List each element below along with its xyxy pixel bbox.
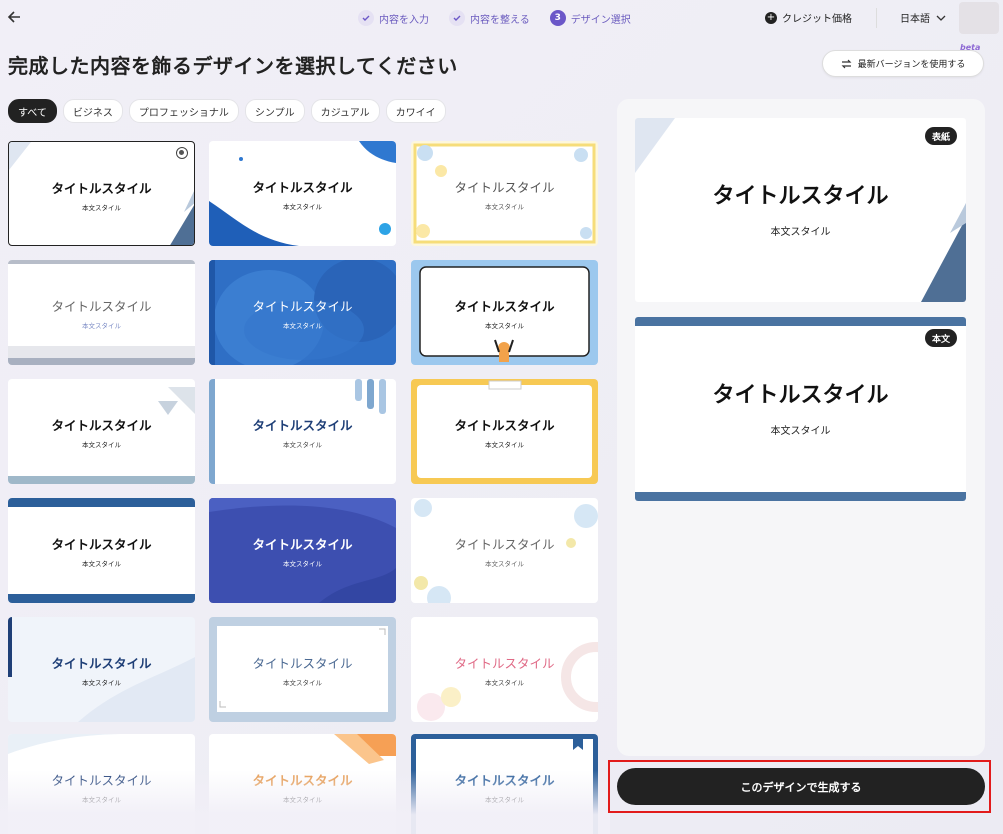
header-divider — [876, 8, 877, 28]
card-title: タイトルスタイル — [51, 537, 152, 552]
filter-all[interactable]: すべて — [8, 99, 57, 123]
card-body: 本文スタイル — [485, 796, 524, 804]
body-preview: 本文 タイトルスタイル 本文スタイル — [635, 317, 966, 501]
card-title: タイトルスタイル — [454, 537, 555, 552]
card-body: 本文スタイル — [485, 679, 524, 687]
preview-body: 本文スタイル — [770, 227, 831, 238]
cover-tag: 表紙 — [924, 127, 957, 145]
design-card[interactable]: タイトルスタイル 本文スタイル — [209, 498, 396, 603]
preview-decoration — [635, 118, 966, 302]
design-card[interactable]: タイトルスタイル 本文スタイル — [8, 141, 195, 246]
card-title: タイトルスタイル — [454, 299, 555, 314]
filter-kawaii[interactable]: カワイイ — [385, 99, 446, 123]
new-version-button[interactable]: 最新バージョンを使用する — [822, 50, 984, 77]
card-body: 本文スタイル — [485, 441, 524, 449]
design-card[interactable]: タイトルスタイル 本文スタイル — [209, 379, 396, 484]
card-title: タイトルスタイル — [51, 181, 152, 196]
check-icon — [358, 10, 374, 26]
design-card[interactable]: タイトルスタイル 本文スタイル — [411, 498, 598, 603]
card-title: タイトルスタイル — [454, 656, 555, 671]
generate-button[interactable]: このデザインで生成する — [617, 768, 985, 805]
card-body: 本文スタイル — [82, 679, 121, 687]
card-title: タイトルスタイル — [252, 418, 353, 433]
filter-simple[interactable]: シンプル — [244, 99, 305, 123]
card-title: タイトルスタイル — [252, 537, 353, 552]
filter-casual[interactable]: カジュアル — [310, 99, 380, 123]
card-body: 本文スタイル — [82, 560, 121, 568]
card-body: 本文スタイル — [283, 322, 322, 330]
card-body: 本文スタイル — [82, 204, 121, 212]
design-card[interactable]: タイトルスタイル 本文スタイル — [411, 734, 598, 834]
design-card[interactable]: タイトルスタイル 本文スタイル — [8, 379, 195, 484]
preview-body: 本文スタイル — [770, 426, 831, 437]
design-card[interactable]: タイトルスタイル 本文スタイル — [8, 498, 195, 603]
language-label: 日本語 — [900, 14, 930, 25]
credit-label: クレジット価格 — [782, 14, 852, 25]
step-number: 3 — [549, 10, 566, 26]
design-card[interactable]: タイトルスタイル 本文スタイル — [8, 260, 195, 365]
body-tag: 本文 — [924, 329, 957, 347]
design-card[interactable]: タイトルスタイル 本文スタイル — [209, 734, 396, 834]
selected-radio[interactable] — [176, 147, 188, 159]
card-body: 本文スタイル — [82, 322, 121, 330]
card-body: 本文スタイル — [485, 203, 524, 211]
design-card[interactable]: タイトルスタイル 本文スタイル — [411, 617, 598, 722]
card-body: 本文スタイル — [283, 203, 322, 211]
preview-panel: 表紙 タイトルスタイル 本文スタイル 本文 タイトルスタイル 本文スタイル — [617, 99, 985, 756]
credit-price-link[interactable]: + クレジット価格 — [765, 10, 852, 25]
design-card[interactable]: タイトルスタイル 本文スタイル — [8, 734, 195, 834]
swap-icon — [841, 59, 852, 68]
step-1[interactable]: 内容を入力 — [358, 9, 429, 27]
step-label: 内容を入力 — [379, 14, 429, 26]
avatar[interactable] — [959, 2, 999, 34]
filter-chips: すべて ビジネス プロフェッショナル シンプル カジュアル カワイイ — [8, 99, 446, 123]
filter-professional[interactable]: プロフェッショナル — [128, 99, 239, 123]
card-title: タイトルスタイル — [252, 656, 353, 671]
card-title: タイトルスタイル — [51, 418, 152, 433]
cover-preview: 表紙 タイトルスタイル 本文スタイル — [635, 118, 966, 302]
card-title: タイトルスタイル — [51, 773, 152, 788]
card-title: タイトルスタイル — [454, 418, 555, 433]
design-card[interactable]: タイトルスタイル 本文スタイル — [209, 617, 396, 722]
back-arrow-icon[interactable] — [6, 8, 22, 26]
card-title: タイトルスタイル — [252, 299, 353, 314]
page-title: 完成した内容を飾るデザインを選択してください — [8, 54, 458, 78]
design-card[interactable]: タイトルスタイル 本文スタイル — [411, 379, 598, 484]
card-body: 本文スタイル — [283, 441, 322, 449]
card-title: タイトルスタイル — [454, 180, 555, 195]
preview-title: タイトルスタイル — [712, 184, 889, 209]
check-icon — [449, 10, 465, 26]
design-grid: タイトルスタイル 本文スタイル タイトルスタイル 本文スタイル タイトルスタイル… — [8, 141, 598, 834]
step-label: 内容を整える — [470, 14, 530, 26]
card-body: 本文スタイル — [82, 796, 121, 804]
step-label: デザイン選択 — [570, 14, 631, 26]
card-title: タイトルスタイル — [454, 773, 555, 788]
language-selector[interactable]: 日本語 — [900, 10, 946, 25]
design-card[interactable]: タイトルスタイル 本文スタイル — [209, 141, 396, 246]
card-body: 本文スタイル — [283, 679, 322, 687]
card-title: タイトルスタイル — [252, 180, 353, 195]
card-title: タイトルスタイル — [51, 299, 152, 314]
design-card[interactable]: タイトルスタイル 本文スタイル — [411, 141, 598, 246]
plus-circle-icon: + — [765, 11, 777, 24]
design-card[interactable]: タイトルスタイル 本文スタイル — [209, 260, 396, 365]
design-card[interactable]: タイトルスタイル 本文スタイル — [411, 260, 598, 365]
preview-title: タイトルスタイル — [712, 383, 889, 408]
progress-steps: 内容を入力 内容を整える 3 デザイン選択 — [358, 9, 631, 27]
new-version-label: 最新バージョンを使用する — [857, 60, 966, 70]
card-title: タイトルスタイル — [252, 773, 353, 788]
card-body: 本文スタイル — [283, 796, 322, 804]
chevron-down-icon — [936, 15, 946, 21]
card-body: 本文スタイル — [485, 322, 524, 330]
beta-badge: beta — [960, 43, 981, 52]
card-body: 本文スタイル — [283, 560, 322, 568]
card-body: 本文スタイル — [485, 560, 524, 568]
step-2[interactable]: 内容を整える — [449, 9, 530, 27]
card-body: 本文スタイル — [82, 441, 121, 449]
design-card[interactable]: タイトルスタイル 本文スタイル — [8, 617, 195, 722]
step-3: 3 デザイン選択 — [549, 9, 631, 27]
preview-decoration — [635, 317, 966, 501]
filter-business[interactable]: ビジネス — [62, 99, 123, 123]
card-title: タイトルスタイル — [51, 656, 152, 671]
